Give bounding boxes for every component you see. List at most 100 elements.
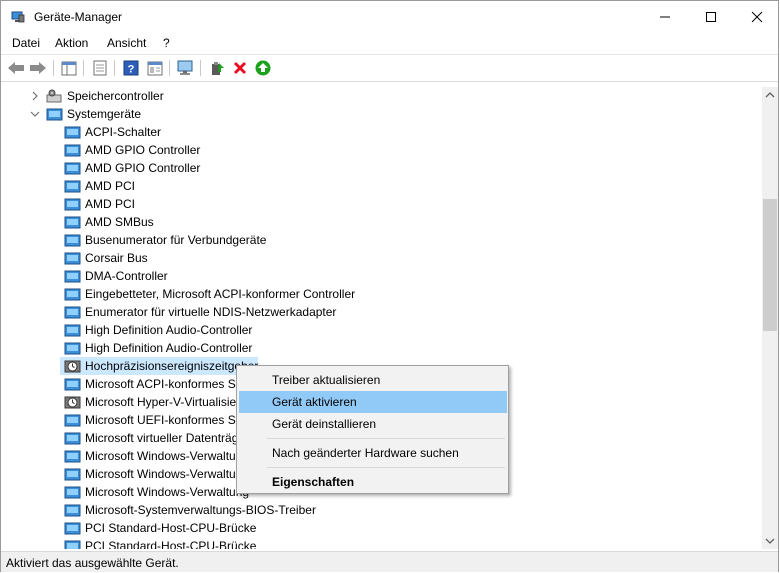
device-label: Busenumerator für Verbundgeräte <box>85 233 267 247</box>
toolbar-separator <box>200 60 201 76</box>
tree-device-row[interactable]: AMD GPIO Controller <box>64 141 200 159</box>
back-button[interactable] <box>7 59 25 77</box>
system-device-icon <box>64 450 81 462</box>
timer-device-icon <box>64 396 81 408</box>
tree-device-row[interactable]: Corsair Bus <box>64 249 148 267</box>
menu-help[interactable]: ? <box>163 36 170 50</box>
show-hide-console-tree-button[interactable] <box>60 59 78 77</box>
tree-device-row[interactable]: Microsoft Windows-Verwaltu <box>64 447 236 465</box>
update-driver-button[interactable] <box>208 59 226 77</box>
toolbar-separator <box>169 60 170 76</box>
system-device-icon <box>64 234 81 246</box>
scrollbar-thumb[interactable] <box>763 199 777 331</box>
svg-text:?: ? <box>128 64 135 76</box>
menu-item-label: Eigenschaften <box>272 475 355 489</box>
category-label: Speichercontroller <box>67 89 164 103</box>
tree-device-row[interactable]: PCI Standard-Host-CPU-Brücke <box>64 519 256 537</box>
scan-hardware-button[interactable] <box>177 59 195 77</box>
forward-button[interactable] <box>29 59 47 77</box>
scroll-up-arrow-icon[interactable] <box>765 91 775 99</box>
tree-device-row[interactable]: DMA-Controller <box>64 267 168 285</box>
system-device-icon <box>64 342 81 354</box>
tree-device-row[interactable]: Microsoft ACPI-konformes S <box>64 375 236 393</box>
device-label: DMA-Controller <box>85 269 168 283</box>
tree-device-row[interactable]: Microsoft-Systemverwaltungs-BIOS-Treiber <box>64 501 316 519</box>
device-label: AMD PCI <box>85 179 136 193</box>
console-tree-icon <box>61 61 77 75</box>
menu-bar: Datei Aktion Ansicht ? <box>1 33 778 53</box>
system-device-icon <box>64 216 81 228</box>
menu-item-properties[interactable]: Eigenschaften <box>239 471 507 493</box>
maximize-icon <box>706 12 716 22</box>
tree-device-row[interactable]: Microsoft Windows-Verwaltu <box>64 465 236 483</box>
status-text: Aktiviert das ausgewählte Gerät. <box>6 556 179 570</box>
tree-device-row[interactable]: High Definition Audio-Controller <box>64 321 252 339</box>
tree-device-row[interactable]: Microsoft virtueller Datenträg <box>64 429 238 447</box>
tree-device-row[interactable]: Microsoft Hyper-V-Virtualisie <box>64 393 236 411</box>
close-button[interactable] <box>734 1 780 33</box>
menu-datei[interactable]: Datei <box>12 36 40 50</box>
menu-ansicht[interactable]: Ansicht <box>107 36 146 50</box>
vertical-scrollbar[interactable] <box>762 87 778 549</box>
red-x-icon <box>233 61 247 75</box>
menu-item-update-driver[interactable]: Treiber aktualisieren <box>239 369 507 391</box>
device-manager-window: Geräte-Manager Datei Aktion Ansicht ? ? … <box>0 0 779 572</box>
properties-window-icon <box>147 61 163 75</box>
menu-item-scan-hardware[interactable]: Nach geänderter Hardware suchen <box>239 442 507 464</box>
tree-device-row[interactable]: AMD SMBus <box>64 213 154 231</box>
system-device-icon <box>64 432 81 444</box>
tree-device-row[interactable]: Busenumerator für Verbundgeräte <box>64 231 266 249</box>
system-device-icon <box>64 252 81 264</box>
back-arrow-icon <box>8 62 24 74</box>
enable-device-button[interactable] <box>254 59 272 77</box>
properties-button[interactable] <box>146 59 164 77</box>
tree-device-row[interactable]: Microsoft UEFI-konformes Sy <box>64 411 242 429</box>
window-title: Geräte-Manager <box>34 10 123 24</box>
device-label: AMD GPIO Controller <box>85 161 201 175</box>
tree-category-systemgeraete[interactable]: Systemgeräte <box>30 105 141 123</box>
device-label: AMD PCI <box>85 197 136 211</box>
system-device-icon <box>64 126 81 138</box>
tree-device-row[interactable]: AMD PCI <box>64 177 135 195</box>
device-label: Hochpräzisionsereigniszeitgeber <box>85 359 259 373</box>
toolbar-separator <box>83 60 84 76</box>
uninstall-device-button[interactable] <box>231 59 249 77</box>
chevron-down-icon[interactable] <box>30 109 40 119</box>
tree-device-row[interactable]: AMD GPIO Controller <box>64 159 200 177</box>
system-device-icon <box>64 522 81 534</box>
device-label: PCI Standard-Host-CPU-Brücke <box>85 521 257 535</box>
device-label: Microsoft ACPI-konformes S <box>85 377 236 391</box>
system-device-icon <box>64 198 81 210</box>
properties-view-button[interactable] <box>91 59 109 77</box>
menu-item-label: Gerät deinstallieren <box>272 417 377 431</box>
device-label: Microsoft Windows-Verwaltu <box>85 449 236 463</box>
minimize-button[interactable] <box>642 1 688 33</box>
menu-aktion[interactable]: Aktion <box>55 36 88 50</box>
maximize-button[interactable] <box>688 1 734 33</box>
device-label: Microsoft Hyper-V-Virtualisie <box>85 395 237 409</box>
device-label: Microsoft-Systemverwaltungs-BIOS-Treiber <box>85 503 316 517</box>
help-button[interactable]: ? <box>122 59 140 77</box>
system-device-icon <box>64 540 81 549</box>
tree-device-row[interactable]: Hochpräzisionsereigniszeitgeber <box>64 357 258 375</box>
scroll-down-arrow-icon[interactable] <box>765 537 775 545</box>
timer-device-icon <box>64 360 81 372</box>
monitor-scan-icon <box>177 60 193 75</box>
menu-separator <box>267 438 505 439</box>
tree-device-row[interactable]: ACPI-Schalter <box>64 123 161 141</box>
menu-item-enable-device[interactable]: Gerät aktivieren <box>239 391 507 413</box>
tree-category-speichercontroller[interactable]: Speichercontroller <box>30 87 164 105</box>
storage-controller-icon <box>46 89 62 102</box>
menu-item-uninstall-device[interactable]: Gerät deinstallieren <box>239 413 507 435</box>
tree-device-row[interactable]: Enumerator für virtuelle NDIS-Netzwerkad… <box>64 303 336 321</box>
tree-device-row[interactable]: Eingebetteter, Microsoft ACPI-konformer … <box>64 285 355 303</box>
device-label: Corsair Bus <box>85 251 148 265</box>
tree-device-row[interactable]: AMD PCI <box>64 195 135 213</box>
menu-item-label: Gerät aktivieren <box>272 395 357 409</box>
chevron-right-icon[interactable] <box>30 91 40 101</box>
system-device-icon <box>64 486 81 498</box>
tree-device-row[interactable]: High Definition Audio-Controller <box>64 339 252 357</box>
tree-device-row[interactable]: PCI Standard-Host-CPU-Brücke <box>64 537 256 549</box>
help-book-icon: ? <box>123 60 139 76</box>
tree-device-row[interactable]: Microsoft Windows-Verwaltung <box>64 483 249 501</box>
